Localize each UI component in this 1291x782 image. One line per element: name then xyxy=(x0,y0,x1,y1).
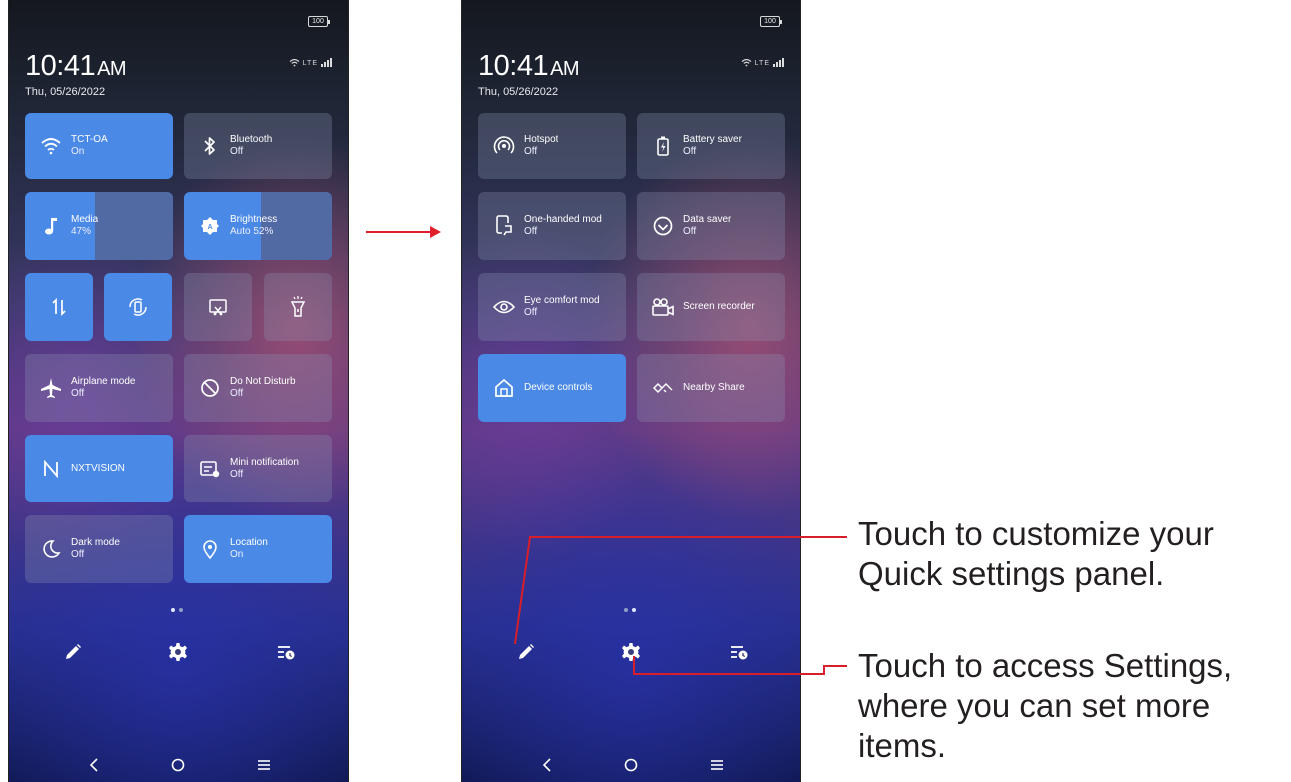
data-saver-icon xyxy=(651,214,675,238)
nxtvision-icon xyxy=(39,457,63,481)
transition-arrow-line xyxy=(366,231,430,233)
tile-label: TCT-OA xyxy=(71,134,108,145)
page-indicator xyxy=(624,608,636,612)
brightness-icon: A xyxy=(198,214,222,238)
signal-status: LTE xyxy=(741,58,784,67)
do-not-disturb-icon xyxy=(198,376,222,400)
tile-dark-mode[interactable]: Dark mode Off xyxy=(25,515,173,583)
date-label: Thu, 05/26/2022 xyxy=(478,86,559,98)
pencil-icon[interactable] xyxy=(61,640,85,664)
quick-settings-panel-page-2: 100 10:41 AM Thu, 05/26/2022 LTE Hotspot O… xyxy=(461,0,801,782)
callout-customize-text: Touch to customize your Quick settings p… xyxy=(858,515,1214,592)
tile-battery-saver[interactable]: Battery saver Off xyxy=(637,113,785,179)
callout-pointer-customize-horizontal xyxy=(529,536,847,538)
tile-hotspot[interactable]: Hotspot Off xyxy=(478,113,626,179)
screenshot-icon xyxy=(206,295,230,319)
wifi-icon xyxy=(39,134,63,158)
tile-mobile-data[interactable] xyxy=(25,273,93,341)
screen-recorder-icon xyxy=(651,295,675,319)
home-circle-icon[interactable] xyxy=(622,756,640,774)
signal-status: LTE xyxy=(289,58,332,67)
tile-device-controls[interactable]: Device controls xyxy=(478,354,626,422)
gear-icon[interactable] xyxy=(166,640,190,664)
location-icon xyxy=(198,537,222,561)
eye-icon xyxy=(492,295,516,319)
notification-history-icon[interactable] xyxy=(274,640,298,664)
moon-icon xyxy=(39,537,63,561)
nearby-share-icon xyxy=(651,376,675,400)
tile-mini-notification[interactable]: Mini notification Off xyxy=(184,435,332,502)
tile-data-saver[interactable]: Data saver Off xyxy=(637,192,785,260)
transition-arrow-head xyxy=(430,226,441,238)
quick-settings-panel-page-1: 100 10:41 AM Thu, 05/26/2022 LTE TCT-OA On… xyxy=(8,0,349,782)
cell-signal-icon xyxy=(773,58,784,67)
tile-state: On xyxy=(71,146,85,157)
airplane-icon xyxy=(39,376,63,400)
callout-pointer-settings-horizontal xyxy=(823,665,847,667)
svg-text:A: A xyxy=(207,224,212,231)
home-circle-icon[interactable] xyxy=(169,756,187,774)
tile-nearby-share[interactable]: Nearby Share xyxy=(637,354,785,422)
back-icon[interactable] xyxy=(85,756,103,774)
home-icon xyxy=(492,376,516,400)
data-transfer-icon xyxy=(47,295,71,319)
wifi-status-icon xyxy=(289,58,300,67)
callout-settings-text: Touch to access Settings, where you can … xyxy=(858,647,1233,764)
bluetooth-icon xyxy=(198,134,222,158)
tile-airplane-mode[interactable]: Airplane mode Off xyxy=(25,354,173,422)
tile-eye-comfort-mode[interactable]: Eye comfort mod Off xyxy=(478,273,626,341)
page-indicator xyxy=(171,608,183,612)
tile-media-volume[interactable]: Media 47% xyxy=(25,192,173,260)
cell-signal-icon xyxy=(321,58,332,67)
battery-indicator: 100 xyxy=(308,16,330,27)
date-label: Thu, 05/26/2022 xyxy=(25,86,106,98)
tile-screen-recorder[interactable]: Screen recorder xyxy=(637,273,785,341)
notification-history-icon[interactable] xyxy=(727,640,751,664)
menu-icon[interactable] xyxy=(255,756,273,774)
menu-icon[interactable] xyxy=(708,756,726,774)
mini-notification-icon xyxy=(198,457,222,481)
tile-brightness[interactable]: A Brightness Auto 52% xyxy=(184,192,332,260)
back-icon[interactable] xyxy=(538,756,556,774)
flashlight-icon xyxy=(286,295,310,319)
music-note-icon xyxy=(39,214,63,238)
tile-one-handed-mode[interactable]: One-handed mod Off xyxy=(478,192,626,260)
tile-wifi[interactable]: TCT-OA On xyxy=(25,113,173,179)
auto-rotate-icon xyxy=(126,295,150,319)
battery-indicator: 100 xyxy=(760,16,782,27)
tile-do-not-disturb[interactable]: Do Not Disturb Off xyxy=(184,354,332,422)
pencil-icon[interactable] xyxy=(514,640,538,664)
tile-bluetooth[interactable]: Bluetooth Off xyxy=(184,113,332,179)
tile-screenshot[interactable] xyxy=(184,273,252,341)
callout-pointer-settings-bottom xyxy=(633,673,825,675)
battery-saver-icon xyxy=(651,134,675,158)
clock: 10:41 AM xyxy=(25,50,127,82)
gear-icon[interactable] xyxy=(619,640,643,664)
tile-flashlight[interactable] xyxy=(264,273,332,341)
tile-location[interactable]: Location On xyxy=(184,515,332,583)
hotspot-icon xyxy=(492,134,516,158)
one-handed-icon xyxy=(492,214,516,238)
tile-nxtvision[interactable]: NXTVISION xyxy=(25,435,173,502)
clock: 10:41 AM xyxy=(478,50,580,82)
tile-auto-rotate[interactable] xyxy=(104,273,172,341)
media-level-remaining xyxy=(94,192,173,260)
wifi-status-icon xyxy=(741,58,752,67)
